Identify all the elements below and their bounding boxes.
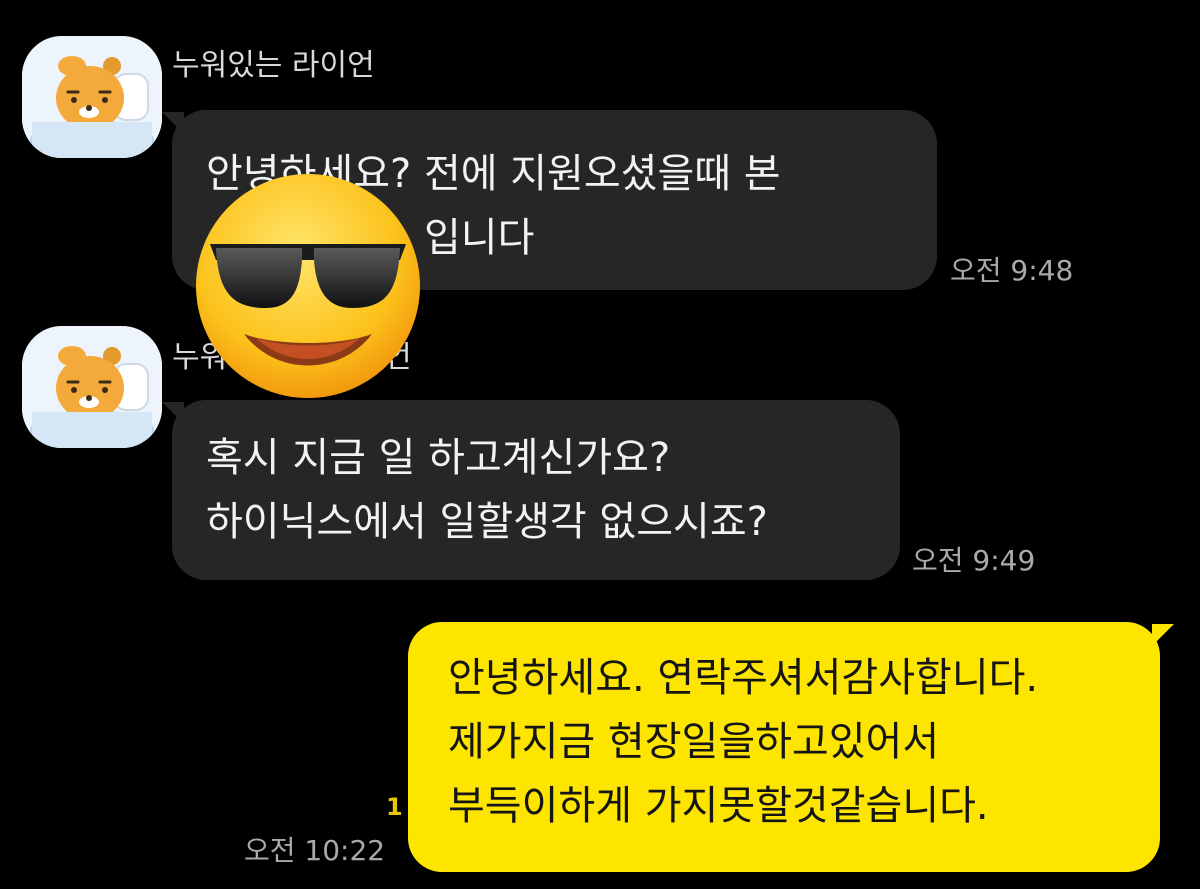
sunglasses-emoji-icon	[190, 168, 426, 404]
sender-avatar[interactable]	[22, 326, 162, 448]
message-line: 부득이하게 가지못할것같습니다.	[448, 783, 989, 829]
message-bubble[interactable]: 혹시 지금 일 하고계신가요? 하이닉스에서 일할생각 없으시죠?	[172, 400, 900, 580]
message-line: 제가지금 현장일을하고있어서	[448, 719, 940, 765]
message-time: 오전 9:49	[912, 544, 1036, 577]
bubble-tail	[1152, 624, 1174, 646]
sender-name: 누워있는 라이언	[172, 48, 375, 83]
sender-avatar[interactable]	[22, 36, 162, 158]
unread-count: 1	[386, 793, 403, 821]
message-time: 오전 9:48	[950, 254, 1074, 287]
message-line: 안녕하세요. 연락주셔서감사합니다.	[448, 655, 1039, 701]
message-time: 오전 10:22	[244, 834, 386, 867]
my-message-bubble[interactable]: 안녕하세요. 연락주셔서감사합니다. 제가지금 현장일을하고있어서 부득이하게 …	[408, 622, 1160, 872]
message-line: 하이닉스에서 일할생각 없으시죠?	[206, 499, 768, 545]
message-line: 혹시 지금 일 하고계신가요?	[206, 435, 671, 481]
chat-screen: 누워있는 라이언 안녕하세요? 전에 지원오셨을때 본 입니다 오전 9:48 …	[0, 0, 1200, 889]
